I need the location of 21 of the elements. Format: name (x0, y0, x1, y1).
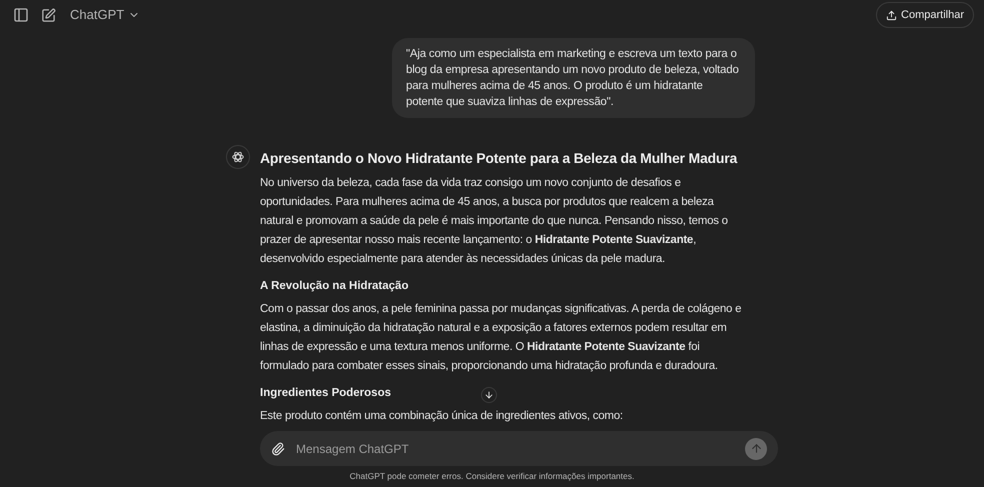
paragraph: Com o passar dos anos, a pele feminina passa por mudanças significativas. A perda de colágeno e elastina, a diminuição da hidratação natural e a exposição a fatores externos podem resultar em linhas de expressão e uma textura menos uniforme. O Hidratante Potente Suavizante foi formulado para combater esses sinais, proporcionando uma hidratação profunda e duradoura. (260, 302, 742, 374)
attach-icon[interactable] (271, 442, 285, 456)
logo-icon (231, 150, 245, 164)
message-composer[interactable]: Mensagem ChatGPT (260, 431, 778, 466)
message-input[interactable]: Mensagem ChatGPT (296, 440, 745, 458)
section-heading: Ingredientes Poderosos (260, 386, 392, 401)
scroll-down-button[interactable] (481, 387, 497, 403)
user-message: "Aja como um especialista em marketing e escreva um texto para o blog da empresa apresentando um novo produto de beleza, voltado para mulheres acima de 45 anos. O produto é um hidratante potente que suaviza linhas de expressão". (392, 38, 755, 118)
arrow-up-icon (750, 442, 762, 455)
response-title: Apresentando o Novo Hidratante Potente para a Beleza da Mulher Madura (260, 149, 738, 168)
paragraph: No universo da beleza, cada fase da vida traz consigo um novo conjunto de desafios e oportunidades. Para mulheres acima de 45 anos, a busca por produtos que realcem a beleza natural e promovam a saúde da pele é mais importante do que nunca. Pensando nisso, temos o prazer de apresentar nosso mais recente lançamento: o Hidratante Potente Suavizante, desenvolvido especialmente para atender às necessidades únicas da pele madura. (260, 176, 729, 267)
upload-icon (886, 10, 898, 20)
new-chat-icon[interactable] (41, 8, 56, 22)
disclaimer: ChatGPT pode cometer erros. Considere verificar informações importantes. (348, 470, 636, 483)
model-selector[interactable]: ChatGPT (70, 5, 140, 25)
share-button[interactable]: Compartilhar (876, 2, 974, 28)
send-button[interactable] (745, 438, 767, 460)
arrow-down-icon (484, 390, 494, 400)
paragraph: Este produto contém uma combinação única de ingredientes ativos, como: (260, 409, 623, 424)
sidebar-toggle-icon[interactable] (13, 7, 29, 23)
section-heading: A Revolução na Hidratação (260, 279, 408, 294)
